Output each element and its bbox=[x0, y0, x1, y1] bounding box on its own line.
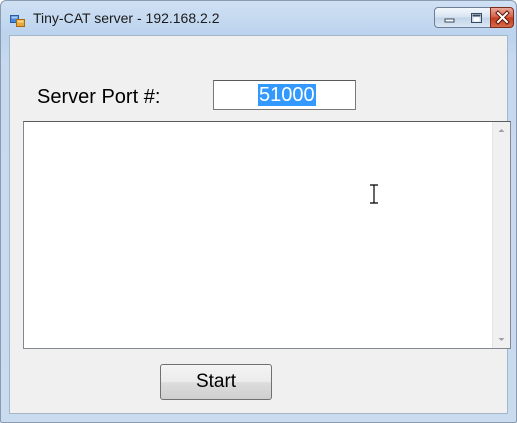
close-button[interactable] bbox=[490, 7, 514, 28]
app-window: Tiny-CAT server - 192.168.2.2 Server Por… bbox=[0, 0, 517, 423]
text-cursor-icon bbox=[370, 184, 378, 204]
title-bar[interactable]: Tiny-CAT server - 192.168.2.2 bbox=[1, 1, 516, 35]
start-button[interactable]: Start bbox=[160, 364, 272, 400]
client-area: Server Port #: 51000 Start bbox=[9, 35, 511, 414]
server-port-label: Server Port #: bbox=[37, 86, 161, 108]
app-window-icon[interactable] bbox=[10, 12, 26, 28]
maximize-icon bbox=[471, 13, 482, 23]
minimize-icon bbox=[444, 18, 455, 23]
window-title: Tiny-CAT server - 192.168.2.2 bbox=[33, 10, 220, 26]
minimize-button[interactable] bbox=[434, 7, 464, 28]
scroll-up-icon[interactable] bbox=[493, 122, 510, 139]
server-port-value: 51000 bbox=[258, 84, 316, 106]
vertical-scrollbar[interactable] bbox=[492, 122, 510, 348]
scroll-down-icon[interactable] bbox=[493, 331, 510, 348]
close-icon bbox=[495, 10, 510, 25]
maximize-button[interactable] bbox=[463, 7, 491, 28]
log-textarea[interactable] bbox=[23, 121, 511, 349]
server-port-input[interactable]: 51000 bbox=[213, 80, 356, 110]
